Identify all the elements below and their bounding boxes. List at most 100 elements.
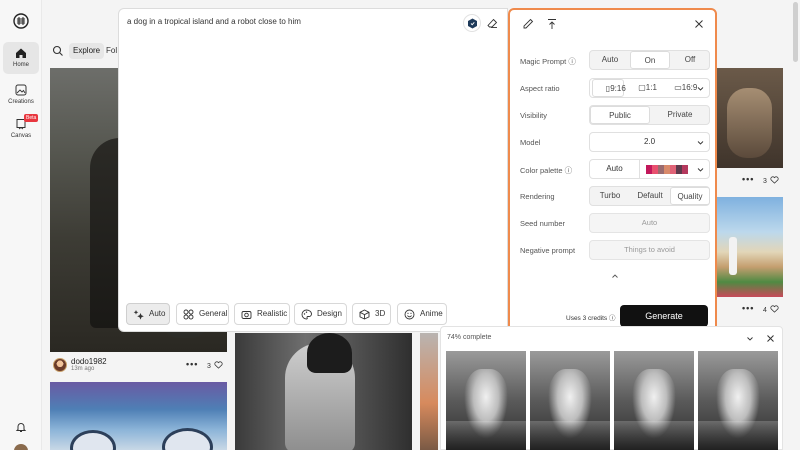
generating-image[interactable] (614, 351, 694, 450)
rendering-toggle: Turbo Default Quality (589, 186, 710, 206)
color-palette-select[interactable]: Auto (589, 159, 710, 179)
palette-value[interactable]: Auto (590, 160, 640, 178)
gallery-image[interactable] (717, 197, 783, 297)
chip-label: Anime (420, 309, 443, 318)
prompt-input[interactable]: a dog in a tropical island and a robot c… (127, 17, 301, 26)
info-icon[interactable]: ⓘ (609, 315, 616, 322)
settings-panel: Magic Prompt ⓘ Auto On Off Aspect ratio … (508, 8, 717, 334)
style-chip-realistic[interactable]: Realistic (234, 303, 290, 325)
like-button[interactable]: 3 (207, 361, 223, 370)
chevron-up-icon[interactable] (611, 272, 619, 280)
gallery-image[interactable] (717, 68, 783, 168)
like-count: 4 (763, 307, 767, 314)
style-chip-anime[interactable]: Anime (397, 303, 447, 325)
seed-input[interactable]: Auto (589, 213, 710, 233)
progress-panel: 74% complete (440, 326, 783, 450)
option-1-1[interactable]: ▢ 1:1 (628, 79, 657, 97)
sidebar-item-home[interactable]: Home (3, 42, 39, 74)
post-time: 13m ago (71, 366, 95, 372)
option-default[interactable]: Default (630, 187, 670, 205)
upload-icon[interactable] (546, 18, 558, 30)
heart-icon (770, 305, 779, 313)
avatar[interactable] (53, 358, 67, 372)
style-chip-general[interactable]: General (176, 303, 229, 325)
avatar[interactable] (14, 444, 28, 450)
prompt-panel: a dog in a tropical island and a robot c… (118, 8, 508, 332)
model-select[interactable]: 2.0 (589, 132, 710, 152)
chip-label: 3D (375, 309, 386, 318)
negative-prompt-input[interactable]: Things to avoid (589, 240, 710, 260)
scrollbar[interactable] (793, 2, 798, 62)
progress-label: 74% complete (447, 334, 492, 341)
generating-image[interactable] (530, 351, 610, 450)
option-public[interactable]: Public (590, 106, 650, 124)
user-name[interactable]: dodo1982 (71, 357, 107, 366)
info-icon[interactable]: ⓘ (565, 166, 573, 175)
option-on[interactable]: On (630, 51, 670, 69)
option-private[interactable]: Private (650, 106, 710, 124)
like-button[interactable]: 3 (763, 176, 779, 185)
visibility-label: Visibility (520, 111, 547, 120)
sidebar-item-creations[interactable]: Creations (3, 82, 39, 105)
generating-image[interactable] (698, 351, 778, 450)
more-options-icon[interactable]: ••• (742, 303, 754, 313)
like-count: 3 (763, 178, 767, 185)
beta-badge: Beta (24, 114, 39, 122)
like-button[interactable]: 4 (763, 305, 779, 314)
model-value: 2.0 (643, 137, 656, 146)
option-turbo[interactable]: Turbo (590, 187, 630, 205)
close-icon[interactable] (693, 18, 705, 30)
aspect-ratio-label: Aspect ratio (520, 84, 560, 93)
gallery-image[interactable] (50, 382, 227, 450)
pencil-icon[interactable] (522, 18, 534, 30)
hexagon-icon (468, 18, 477, 29)
more-options-icon[interactable]: ••• (186, 359, 198, 369)
gallery-image[interactable] (420, 333, 438, 450)
image-icon (15, 84, 27, 96)
sidebar-item-label: Canvas (10, 133, 32, 139)
palette-swatches[interactable] (646, 165, 688, 174)
tab-following[interactable]: Fol (106, 43, 117, 59)
chevron-down-icon[interactable] (746, 335, 754, 343)
more-options-icon[interactable]: ••• (742, 174, 754, 184)
palette-icon (301, 309, 312, 320)
heart-icon (770, 176, 779, 184)
style-chip-3d[interactable]: 3D (352, 303, 391, 325)
chip-label: Design (317, 309, 342, 318)
option-off[interactable]: Off (670, 51, 710, 69)
eraser-icon[interactable] (487, 18, 498, 29)
chevron-down-icon[interactable] (697, 85, 704, 92)
option-9-16[interactable]: ▯ 9:16 (592, 79, 626, 97)
bell-icon[interactable] (15, 421, 27, 433)
home-icon (16, 48, 26, 58)
credits-info: Uses 3 credits ⓘ (566, 315, 616, 322)
magic-prompt-label: Magic Prompt ⓘ (520, 57, 576, 66)
smile-icon (404, 309, 415, 320)
gallery-image[interactable] (235, 333, 412, 450)
option-16-9[interactable]: ▭ 16:9 (660, 79, 697, 97)
chip-label: Auto (149, 309, 166, 318)
generate-button[interactable]: Generate (620, 305, 708, 327)
info-icon[interactable]: ⓘ (568, 57, 576, 66)
search-icon[interactable] (52, 45, 64, 57)
sidebar-item-canvas[interactable]: Beta Canvas (3, 114, 39, 139)
heart-icon (214, 361, 223, 369)
like-count: 3 (207, 363, 211, 370)
negative-prompt-label: Negative prompt (520, 246, 576, 255)
style-chip-design[interactable]: Design (294, 303, 347, 325)
logo-icon[interactable] (12, 12, 30, 30)
color-palette-label: Color palette ⓘ (520, 166, 573, 175)
rendering-label: Rendering (520, 192, 555, 201)
option-auto[interactable]: Auto (590, 51, 630, 69)
magic-prompt-button[interactable] (463, 14, 481, 32)
generating-image[interactable] (446, 351, 526, 450)
model-label: Model (520, 138, 541, 147)
style-chip-auto[interactable]: Auto (126, 303, 170, 325)
sparkle-icon (133, 310, 144, 320)
close-icon[interactable] (766, 334, 775, 343)
option-quality[interactable]: Quality (670, 187, 710, 205)
tab-explore[interactable]: Explore (69, 43, 105, 59)
camera-icon (241, 311, 252, 319)
sidebar: Home Creations Beta Canvas (0, 0, 42, 450)
magic-prompt-toggle: Auto On Off (589, 50, 710, 70)
